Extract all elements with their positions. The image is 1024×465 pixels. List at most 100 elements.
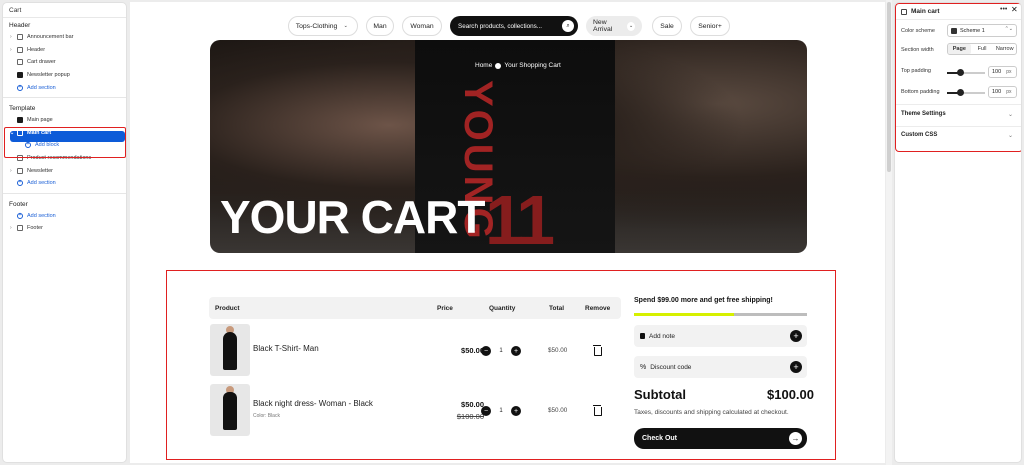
search-icon[interactable]: ⌕ [562,20,574,32]
chevron-right-icon[interactable]: › [10,168,12,174]
nav-label: Senior+ [698,22,722,30]
nav-label: New Arrival [593,19,613,33]
model-figure [223,332,237,370]
settings-panel: Main cart ••• ✕ Color scheme Scheme 1 ⌃⌄ … [894,2,1022,463]
quantity-stepper[interactable]: − 1 + [481,345,521,357]
plus-icon: + [790,330,802,342]
plus-icon: + [790,361,802,373]
model-figure [223,392,237,430]
nav-tops-clothing[interactable]: Tops-Clothing ⌄ [288,16,358,36]
section-announcement-bar[interactable]: › Announcement bar [3,31,126,44]
nav-senior[interactable]: Senior+ [690,16,730,36]
template-add-section[interactable]: Add section [3,177,126,190]
minus-icon[interactable]: − [481,346,491,356]
col-price: Price [437,305,453,312]
section-icon [17,225,23,232]
search-input[interactable]: Search products, collections... ⌕ [450,16,578,36]
minus-icon[interactable]: − [481,406,491,416]
settings-outline [895,3,1021,152]
section-label: Main page [27,117,53,124]
sections-panel: Cart Header › Announcement bar › Header Ca… [2,2,127,463]
quantity-value[interactable]: 1 [499,348,502,354]
line-total: $50.00 [548,407,568,414]
trash-icon[interactable] [593,405,602,416]
note-icon [640,333,645,339]
product-image[interactable] [210,324,250,376]
subtotal-label: Subtotal [634,387,686,402]
line-total: $50.00 [548,347,568,354]
footer-add-section[interactable]: Add section [3,210,126,223]
product-name[interactable]: Black T-Shirt- Man [253,344,319,353]
col-remove: Remove [585,305,611,312]
arrow-right-icon: → [789,432,802,445]
plus-circle-icon [17,179,23,187]
theme-editor: Cart Header › Announcement bar › Header Ca… [0,0,1024,465]
chevron-right-icon[interactable]: › [10,47,12,53]
preview-scrollbar[interactable] [886,0,892,465]
section-label: Newsletter [27,167,53,174]
add-section-label: Add section [27,180,56,187]
product-variant: Color: Black [253,413,280,419]
add-note-label: Add note [649,332,676,340]
product-image[interactable] [210,384,250,436]
nav-woman[interactable]: Woman [402,16,442,36]
header-add-section[interactable]: Add section [3,81,126,94]
col-total: Total [549,305,565,312]
trash-icon[interactable] [593,345,602,356]
nav-label: Man [373,22,387,30]
cart-table-header: Product Price Quantity Total Remove [209,297,621,319]
panel-title: Cart [3,3,126,18]
plus-circle-icon [17,212,23,219]
section-icon [17,46,23,53]
divider [3,96,126,98]
nav-label: Sale [660,22,674,30]
breadcrumb-home[interactable]: Home [475,62,492,69]
cart-row: Black night dress- Woman - Black Color: … [209,384,621,438]
hero-banner: YOUNG 11 Home Your Shopping Cart YOUR CAR… [210,40,807,253]
section-icon [17,167,23,174]
nav-new-arrival[interactable]: New Arrival ⌄ [586,16,642,36]
section-newsletter[interactable]: › Newsletter [3,164,126,177]
section-footer[interactable]: › Footer [3,222,126,235]
image-icon [17,117,23,124]
nav-sale[interactable]: Sale [652,16,682,36]
hero-shirt-number: 11 [485,181,555,253]
plus-icon[interactable]: + [511,406,521,416]
chevron-down-icon: ⌄ [627,21,635,31]
search-placeholder: Search products, collections... [458,22,542,30]
breadcrumb-current: Your Shopping Cart [504,62,561,69]
footer-group-label: Footer [9,200,28,208]
product-name[interactable]: Black night dress- Woman - Black [253,399,373,408]
percent-icon: % [640,363,647,371]
section-main-page[interactable]: Main page [3,114,126,127]
checkout-button[interactable]: Check Out → [634,428,807,449]
section-label: Newsletter popup [27,72,70,79]
preview-canvas: Tops-Clothing ⌄ Man Woman Search products… [130,2,885,463]
chevron-right-icon[interactable]: › [10,225,12,231]
add-section-label: Add section [27,212,56,219]
subtotal-value: $100.00 [767,387,814,402]
free-shipping-message: Spend $99.00 more and get free shipping! [634,297,773,304]
header-group-label: Header [9,22,31,29]
discount-label: Discount code [650,363,692,371]
section-label: Cart drawer [27,59,56,66]
section-header[interactable]: › Header [3,44,126,57]
product-compare-price: $100.00 [456,412,484,421]
discount-code-button[interactable]: % Discount code + [634,356,807,378]
checkout-label: Check Out [642,435,678,442]
add-note-button[interactable]: Add note + [634,325,807,347]
page-title: YOUR CART [220,191,485,243]
section-newsletter-popup[interactable]: Newsletter popup [3,69,126,82]
quantity-stepper[interactable]: − 1 + [481,405,521,417]
quantity-value[interactable]: 1 [499,408,502,414]
add-section-label: Add section [27,84,56,91]
chevron-right-icon[interactable]: › [10,34,12,40]
section-cart-drawer[interactable]: Cart drawer [3,56,126,69]
nav-man[interactable]: Man [366,16,394,36]
plus-icon[interactable]: + [511,346,521,356]
section-label: Footer [27,225,43,232]
section-icon [17,34,23,41]
scrollbar-thumb[interactable] [887,2,891,172]
nav-label: Woman [410,22,434,30]
image-icon [17,72,23,79]
